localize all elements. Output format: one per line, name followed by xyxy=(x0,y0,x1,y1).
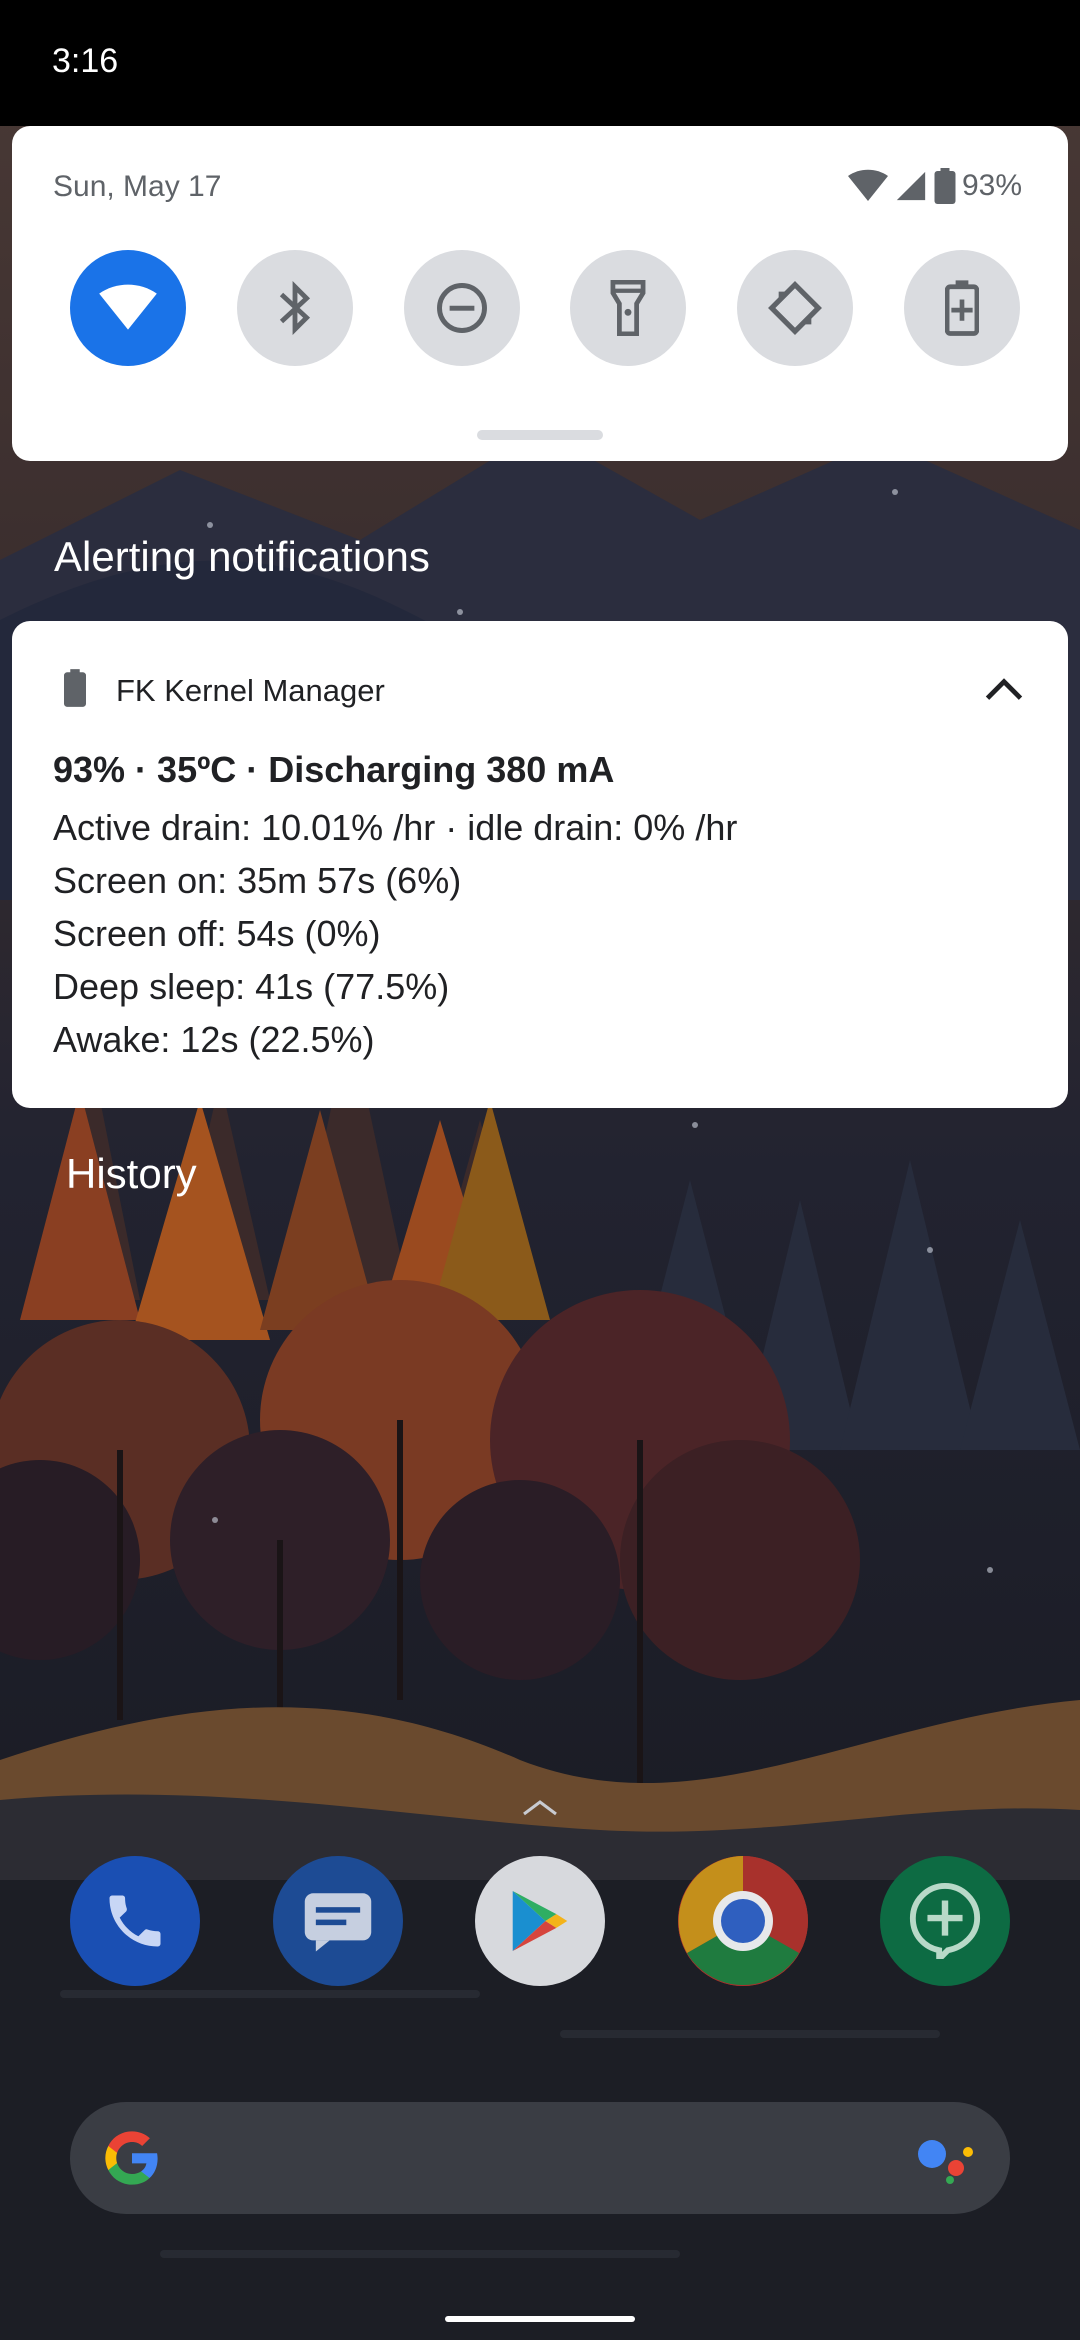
play-store-icon xyxy=(512,1891,568,1951)
do-not-disturb-icon xyxy=(436,283,487,333)
dock xyxy=(70,1856,1010,1986)
phone-icon xyxy=(109,1895,161,1947)
history-button[interactable]: History xyxy=(66,1150,197,1198)
chrome-icon xyxy=(677,1856,808,1986)
qs-status-icons: 93% xyxy=(847,166,1022,206)
auto-rotate-tile[interactable] xyxy=(737,250,854,366)
alerting-notifications-header: Alerting notifications xyxy=(54,533,430,580)
battery-icon xyxy=(64,669,86,707)
qs-drag-handle[interactable] xyxy=(477,430,603,440)
hangouts-icon xyxy=(909,1883,981,1959)
notification-line: Deep sleep: 41s (77.5%) xyxy=(53,966,450,1007)
google-g-icon xyxy=(105,2131,158,2185)
qs-battery-percent: 93% xyxy=(961,169,1022,202)
qs-tiles xyxy=(70,250,1020,368)
notification-line: Screen off: 54s (0%) xyxy=(53,913,381,954)
phone-app[interactable] xyxy=(70,1856,200,1986)
chevron-up-icon[interactable] xyxy=(982,667,1026,711)
play-store-app[interactable] xyxy=(475,1856,605,1986)
chevron-up-icon[interactable] xyxy=(520,1796,560,1818)
assistant-icon[interactable] xyxy=(916,2134,976,2184)
hangouts-app[interactable] xyxy=(880,1856,1010,1986)
status-bar: 3:16 xyxy=(0,0,1080,126)
battery-icon xyxy=(934,168,956,204)
notification-card[interactable]: FK Kernel Manager 93% · 35ºC · Dischargi… xyxy=(12,621,1068,1108)
cell-signal-icon xyxy=(896,171,926,201)
do-not-disturb-tile[interactable] xyxy=(403,250,520,366)
notification-body: Active drain: 10.01% /hr · idle drain: 0… xyxy=(53,801,737,1066)
gesture-navigation-bar[interactable] xyxy=(445,2316,635,2322)
notification-line: Awake: 12s (22.5%) xyxy=(53,1019,375,1060)
battery-saver-icon xyxy=(944,280,979,336)
messages-app[interactable] xyxy=(272,1856,403,1986)
flashlight-tile[interactable] xyxy=(570,250,687,366)
wifi-icon xyxy=(99,284,157,330)
quick-settings-panel: Sun, May 17 93% xyxy=(12,126,1068,461)
wifi-tile[interactable] xyxy=(70,250,186,366)
qs-date[interactable]: Sun, May 17 xyxy=(53,170,221,204)
battery-saver-tile[interactable] xyxy=(903,250,1020,366)
flashlight-icon xyxy=(610,280,646,336)
bluetooth-icon xyxy=(279,281,310,335)
notification-title: 93% · 35ºC · Discharging 380 mA xyxy=(53,749,615,790)
notification-line: Screen on: 35m 57s (6%) xyxy=(53,860,462,901)
notification-app-name: FK Kernel Manager xyxy=(116,673,385,708)
messages-icon xyxy=(304,1893,371,1952)
chrome-app[interactable] xyxy=(677,1856,808,1986)
auto-rotate-icon xyxy=(768,281,823,335)
google-search-bar[interactable] xyxy=(70,2102,1010,2214)
status-time: 3:16 xyxy=(52,42,119,80)
bluetooth-tile[interactable] xyxy=(236,250,353,366)
wifi-signal-icon xyxy=(847,169,888,201)
notification-line: Active drain: 10.01% /hr · idle drain: 0… xyxy=(53,807,738,848)
